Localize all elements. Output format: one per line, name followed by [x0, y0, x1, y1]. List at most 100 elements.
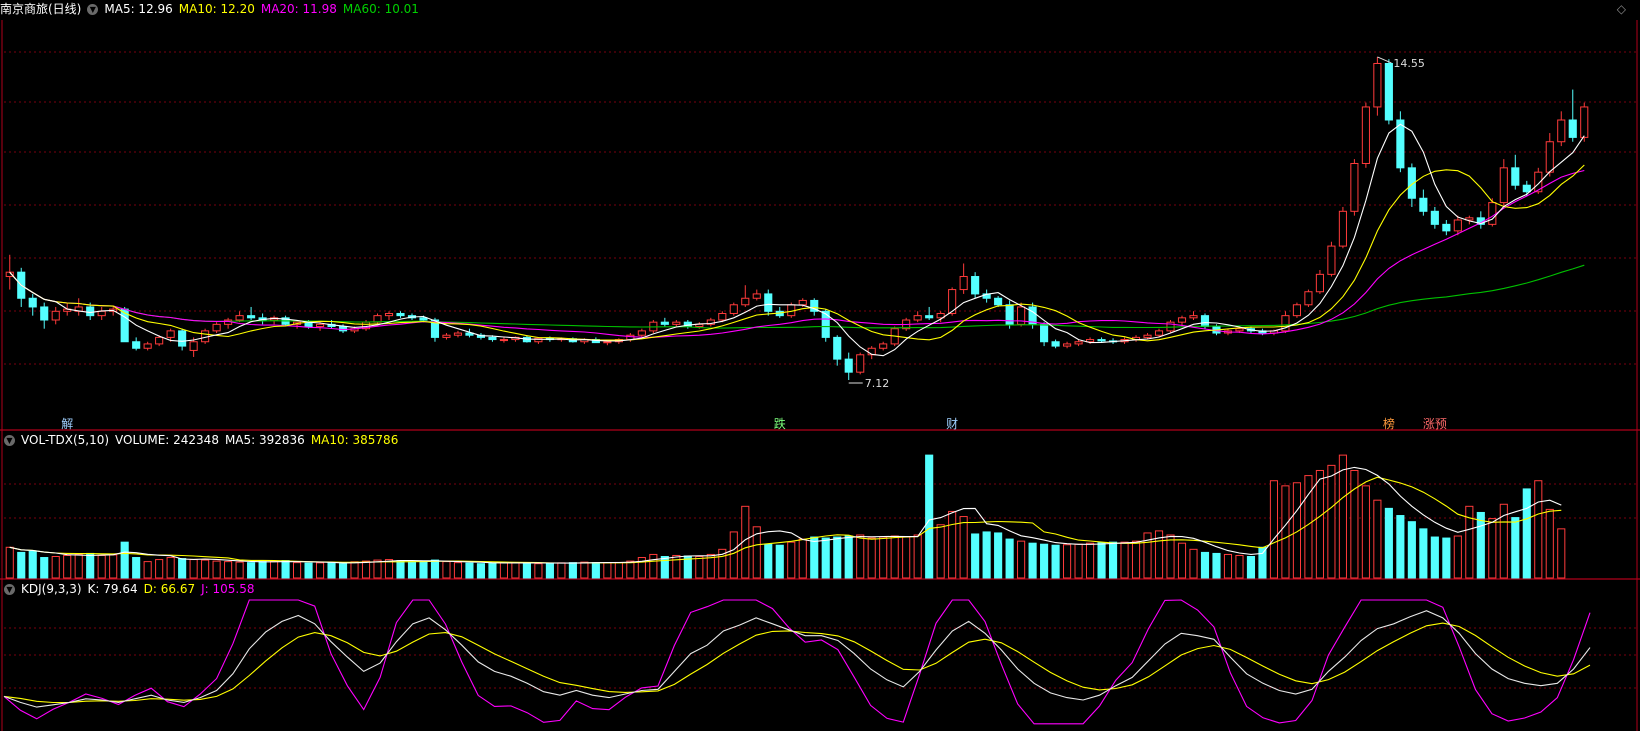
volume-bar	[350, 561, 359, 579]
volume-bar	[545, 562, 554, 579]
volume-bar	[1258, 546, 1267, 579]
candle-body	[1545, 141, 1554, 173]
volume-bar	[856, 534, 865, 579]
candle-body	[155, 336, 164, 345]
candle-body	[1568, 119, 1577, 138]
candle-body	[959, 276, 968, 291]
volume-bar	[189, 559, 198, 579]
volume-panel-header: ▼ VOL-TDX(5,10) VOLUME: 242348 MA5: 392836 M…	[0, 431, 404, 449]
volume-bar	[1315, 469, 1324, 579]
candle-body	[1005, 304, 1014, 325]
volume-bar	[913, 534, 922, 579]
candle-body	[235, 315, 244, 321]
chevron-down-icon[interactable]: ▼	[87, 4, 99, 15]
volume-bar	[1373, 499, 1382, 579]
candle-body	[1292, 304, 1301, 317]
candle-body	[994, 297, 1003, 306]
candle-body	[28, 297, 37, 308]
volume-bar	[1534, 480, 1543, 579]
ma5-value: MA5: 12.96	[104, 2, 173, 16]
candle-body	[741, 297, 750, 306]
volume-bar	[74, 553, 83, 579]
candle-body	[1327, 245, 1336, 275]
candle-body	[1040, 323, 1049, 343]
candle-body	[86, 306, 95, 317]
volume-bar	[994, 532, 1003, 579]
volume-bar	[580, 561, 589, 579]
volume-bar	[270, 560, 279, 579]
volume-bar	[1453, 535, 1462, 579]
candle-body	[1235, 328, 1244, 332]
candle-body	[178, 330, 187, 347]
candle-body	[856, 354, 865, 373]
volume-bar	[821, 537, 830, 579]
volume-bar	[1189, 548, 1198, 579]
volume-bar	[775, 544, 784, 579]
volume-bar	[844, 535, 853, 579]
candle-body	[764, 293, 773, 312]
candle-body	[913, 315, 922, 321]
volume-bar	[247, 562, 256, 579]
candle-body	[1063, 343, 1072, 347]
volume-bar	[1407, 521, 1416, 579]
volume-bar	[614, 561, 623, 579]
candle-body	[1396, 119, 1405, 169]
ma60-value: MA60: 10.01	[342, 2, 419, 16]
kdj-k-line	[3, 610, 1591, 708]
volume-bar	[603, 562, 612, 579]
volume-bar	[1166, 534, 1175, 579]
candle-body	[51, 310, 60, 321]
volume-bar	[132, 557, 141, 579]
volume-bar	[1212, 552, 1221, 579]
candle-body	[603, 341, 612, 344]
volume-bar	[591, 562, 600, 579]
candle-body	[132, 341, 141, 349]
volume-bar	[499, 561, 508, 579]
kdj-title: KDJ(9,3,3)	[21, 582, 82, 596]
volume-bar	[488, 562, 497, 579]
volume-bar	[1522, 488, 1531, 579]
candle-body	[1580, 106, 1589, 138]
candle-body	[488, 336, 497, 341]
chevron-down-icon[interactable]: ▼	[4, 435, 15, 446]
candle-body	[672, 321, 681, 325]
volume-bar	[971, 533, 980, 579]
candle-body	[1097, 339, 1106, 342]
candle-body	[925, 315, 934, 319]
volume-bar	[178, 558, 187, 579]
volume-bar	[1086, 542, 1095, 579]
volume-bar	[1430, 536, 1439, 579]
volume-bar	[407, 561, 417, 579]
candle-body	[166, 330, 175, 338]
volume-bar	[109, 554, 118, 579]
volume-bar	[1177, 542, 1187, 579]
volume-bar	[293, 562, 302, 579]
volume-bar	[1063, 544, 1072, 579]
volume-bar	[695, 555, 704, 579]
volume-bar	[453, 562, 463, 579]
volume-bar	[338, 563, 348, 579]
candle-body	[1143, 334, 1152, 338]
candle-body	[1488, 202, 1497, 225]
volume-bar	[1488, 518, 1497, 579]
candle-body	[442, 334, 451, 338]
diamond-icon[interactable]: ◇	[1617, 2, 1626, 16]
volume-bar	[1200, 551, 1210, 579]
volume-bar	[155, 559, 164, 579]
candle-body	[1017, 306, 1026, 325]
volume-bar	[1108, 541, 1118, 579]
volume-bar	[315, 562, 325, 579]
candle-body	[660, 321, 669, 325]
volume-bar	[166, 557, 175, 579]
high-price-label: 14.55	[1393, 57, 1425, 70]
candle-body	[752, 293, 761, 299]
kdj-k-value: K: 79.64	[87, 582, 138, 596]
volume-bar	[1040, 543, 1049, 579]
volume-bar	[476, 563, 486, 579]
chevron-down-icon[interactable]: ▼	[4, 584, 15, 595]
candle-body	[1051, 341, 1060, 347]
volume-bar	[660, 555, 669, 579]
candle-body	[637, 330, 646, 336]
candle-body	[247, 315, 256, 319]
volume-bar	[798, 538, 807, 579]
